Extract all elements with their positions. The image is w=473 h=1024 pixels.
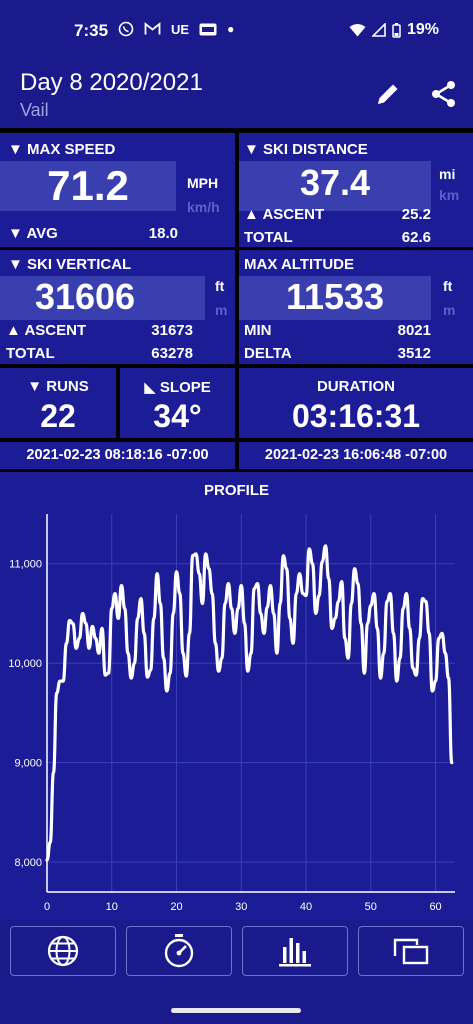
clock: 7:35 bbox=[74, 21, 109, 40]
ski-vertical-unit-m[interactable]: m bbox=[215, 302, 227, 318]
profile-chart-plot: 0 10 20 30 40 50 60 8,000 9,000 10,000 11,000 bbox=[8, 514, 455, 913]
y-tick-label: 10,000 bbox=[8, 658, 42, 670]
dot-icon: ● bbox=[227, 22, 235, 36]
ski-distance-unit-km[interactable]: km bbox=[439, 187, 459, 203]
status-bar: 7:35 UE ● 19% bbox=[0, 0, 473, 60]
y-tick-label: 8,000 bbox=[14, 857, 42, 869]
wifi-icon bbox=[349, 24, 366, 37]
x-tick-label: 40 bbox=[300, 901, 312, 913]
nav-stats-button[interactable] bbox=[242, 926, 348, 976]
max-altitude-unit-m[interactable]: m bbox=[443, 302, 455, 318]
cards-icon bbox=[393, 938, 429, 965]
page-title: Day 8 2020/2021 bbox=[20, 69, 203, 96]
whatsapp-icon bbox=[118, 21, 134, 37]
slope-value: 34° bbox=[153, 398, 202, 434]
altitude-profile-line bbox=[45, 544, 454, 862]
duration-tile[interactable]: DURATION 03:16:31 bbox=[239, 368, 473, 438]
max-speed-unit-mph[interactable]: MPH bbox=[187, 175, 218, 191]
profile-chart[interactable]: PROFILE 0 10 20 30 40 50 60 8,000 9,000 10,000 11,… bbox=[0, 472, 473, 920]
distance-ascent-label: ▲ ASCENT bbox=[244, 206, 325, 223]
duration-label: DURATION bbox=[316, 378, 396, 395]
bottom-nav bbox=[0, 920, 473, 1024]
home-indicator[interactable] bbox=[171, 1008, 301, 1013]
delta-altitude-value: 3512 bbox=[397, 345, 431, 362]
imdb-icon bbox=[199, 23, 217, 35]
avg-speed-label: ▼ AVG bbox=[8, 225, 58, 242]
battery-icon bbox=[392, 22, 401, 38]
stopwatch-icon bbox=[164, 934, 194, 968]
carrier-tag: UE bbox=[171, 21, 190, 37]
x-tick-label: 10 bbox=[106, 901, 118, 913]
signal-icon bbox=[371, 23, 386, 37]
nav-cards-button[interactable] bbox=[358, 926, 464, 976]
min-altitude-label: MIN bbox=[244, 322, 272, 339]
ski-distance-value: 37.4 bbox=[299, 162, 371, 203]
vertical-total-label: TOTAL bbox=[6, 345, 55, 362]
start-time-tile: 2021-02-23 08:18:16 -07:00 bbox=[0, 442, 235, 469]
x-tick-label: 60 bbox=[429, 901, 441, 913]
notification-icons: UE ● bbox=[118, 21, 234, 37]
ski-vertical-label: ▼ SKI VERTICAL bbox=[8, 256, 132, 273]
slope-tile[interactable]: ◣ SLOPE 34° bbox=[120, 368, 235, 438]
x-tick-label: 30 bbox=[235, 901, 247, 913]
app-header: Day 8 2020/2021 Vail bbox=[0, 60, 473, 128]
ski-distance-tile[interactable]: ▼ SKI DISTANCE 37.4 mi km ▲ ASCENT 25.2 … bbox=[239, 133, 473, 247]
max-speed-value: 71.2 bbox=[47, 162, 129, 209]
distance-total-value: 62.6 bbox=[401, 229, 431, 246]
delta-altitude-label: DELTA bbox=[244, 345, 292, 362]
bar-chart-icon bbox=[279, 938, 311, 967]
x-tick-label: 50 bbox=[365, 901, 377, 913]
nav-map-button[interactable] bbox=[10, 926, 116, 976]
system-icons: 19% bbox=[349, 21, 439, 39]
gmail-icon bbox=[144, 22, 161, 35]
y-tick-label: 9,000 bbox=[14, 758, 42, 770]
slope-label: ◣ SLOPE bbox=[144, 379, 211, 396]
ski-vertical-tile[interactable]: ▼ SKI VERTICAL 31606 ft m ▲ ASCENT 31673… bbox=[0, 250, 235, 364]
max-altitude-value: 11533 bbox=[285, 276, 385, 317]
max-altitude-tile[interactable]: MAX ALTITUDE 11533 ft m MIN 8021 DELTA 3… bbox=[239, 250, 473, 364]
x-tick-label: 0 bbox=[44, 901, 50, 913]
end-time: 2021-02-23 16:06:48 -07:00 bbox=[264, 447, 448, 463]
distance-ascent-value: 25.2 bbox=[401, 206, 431, 223]
vertical-total-value: 63278 bbox=[151, 345, 193, 362]
ski-distance-label: ▼ SKI DISTANCE bbox=[244, 141, 368, 158]
start-time: 2021-02-23 08:18:16 -07:00 bbox=[26, 447, 209, 463]
nav-stopwatch-button[interactable] bbox=[126, 926, 232, 976]
distance-total-label: TOTAL bbox=[244, 229, 293, 246]
max-speed-tile[interactable]: ▼ MAX SPEED 71.2 MPH km/h ▼ AVG 18.0 bbox=[0, 133, 235, 247]
share-icon[interactable] bbox=[428, 78, 460, 110]
max-speed-unit-kmh[interactable]: km/h bbox=[187, 199, 220, 215]
ski-vertical-value: 31606 bbox=[34, 276, 136, 317]
max-altitude-unit-ft[interactable]: ft bbox=[443, 278, 452, 294]
ski-vertical-unit-ft[interactable]: ft bbox=[215, 278, 224, 294]
pencil-icon[interactable] bbox=[372, 78, 404, 110]
end-time-tile: 2021-02-23 16:06:48 -07:00 bbox=[239, 442, 473, 469]
duration-value: 03:16:31 bbox=[291, 398, 421, 434]
battery-percent: 19% bbox=[406, 21, 439, 38]
vertical-ascent-value: 31673 bbox=[151, 322, 193, 339]
y-tick-label: 11,000 bbox=[9, 559, 42, 571]
avg-speed-value: 18.0 bbox=[148, 225, 178, 242]
globe-icon bbox=[47, 935, 79, 967]
min-altitude-value: 8021 bbox=[397, 322, 431, 339]
resort-name: Vail bbox=[20, 100, 49, 120]
vertical-ascent-label: ▲ ASCENT bbox=[6, 322, 87, 339]
runs-tile[interactable]: ▼ RUNS 22 bbox=[0, 368, 116, 438]
runs-label: ▼ RUNS bbox=[27, 378, 89, 395]
runs-value: 22 bbox=[40, 398, 76, 434]
max-altitude-label: MAX ALTITUDE bbox=[244, 256, 354, 273]
x-tick-label: 20 bbox=[170, 901, 182, 913]
max-speed-label: ▼ MAX SPEED bbox=[8, 141, 116, 158]
ski-distance-unit-mi[interactable]: mi bbox=[439, 166, 455, 182]
